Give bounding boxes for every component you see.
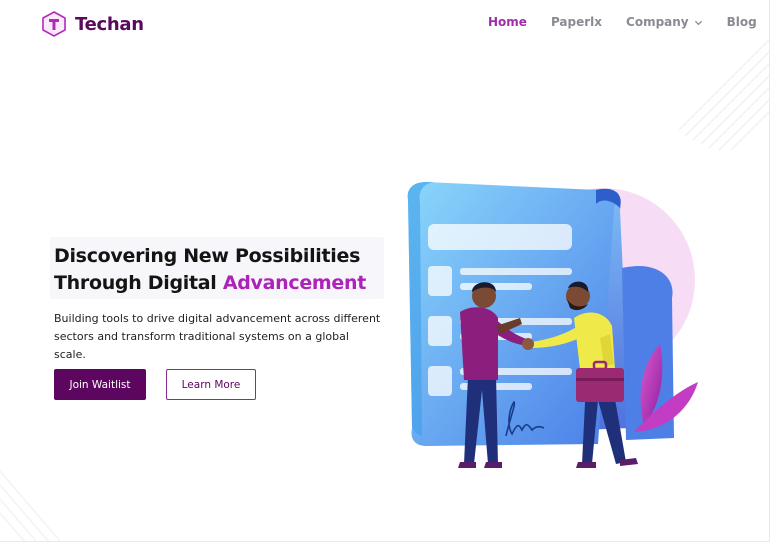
headline-line-2-prefix: Through Digital [54, 272, 223, 294]
handshake-agreement-illustration [407, 182, 698, 468]
decorative-lines [679, 40, 769, 151]
nav-item-paperlx[interactable]: Paperlx [551, 15, 602, 29]
nav-item-home-label: Home [488, 15, 527, 29]
join-waitlist-button[interactable]: Join Waitlist [54, 369, 146, 400]
chevron-down-icon [694, 20, 702, 25]
hero-headline: Discovering New Possibilities Through Di… [54, 243, 384, 297]
nav-item-blog[interactable]: Blog [727, 15, 757, 29]
hero-headline-block: Discovering New Possibilities Through Di… [50, 237, 384, 299]
top-navigation: Techan Home Paperlx Company Blog [0, 0, 769, 48]
nav-item-company[interactable]: Company [626, 15, 703, 29]
nav-item-company-label: Company [626, 15, 689, 29]
main-menu: Home Paperlx Company Blog [488, 15, 757, 29]
landing-page: Techan Home Paperlx Company Blog Discove… [0, 0, 770, 542]
decorative-lines-bottom [0, 470, 60, 541]
headline-accent: Advancement [222, 272, 366, 294]
hero-subtext: Building tools to drive digital advancem… [54, 312, 381, 361]
logo-mark-icon [42, 11, 66, 37]
nav-item-paperlx-label: Paperlx [550, 15, 603, 29]
headline-line-1: Discovering New Possibilities [54, 245, 361, 267]
nav-item-home[interactable]: Home [488, 15, 527, 29]
brand-name: Techan [75, 13, 144, 35]
learn-more-button[interactable]: Learn More [166, 369, 256, 400]
brand-logo[interactable]: Techan [42, 11, 144, 37]
nav-item-blog-label: Blog [726, 15, 757, 29]
